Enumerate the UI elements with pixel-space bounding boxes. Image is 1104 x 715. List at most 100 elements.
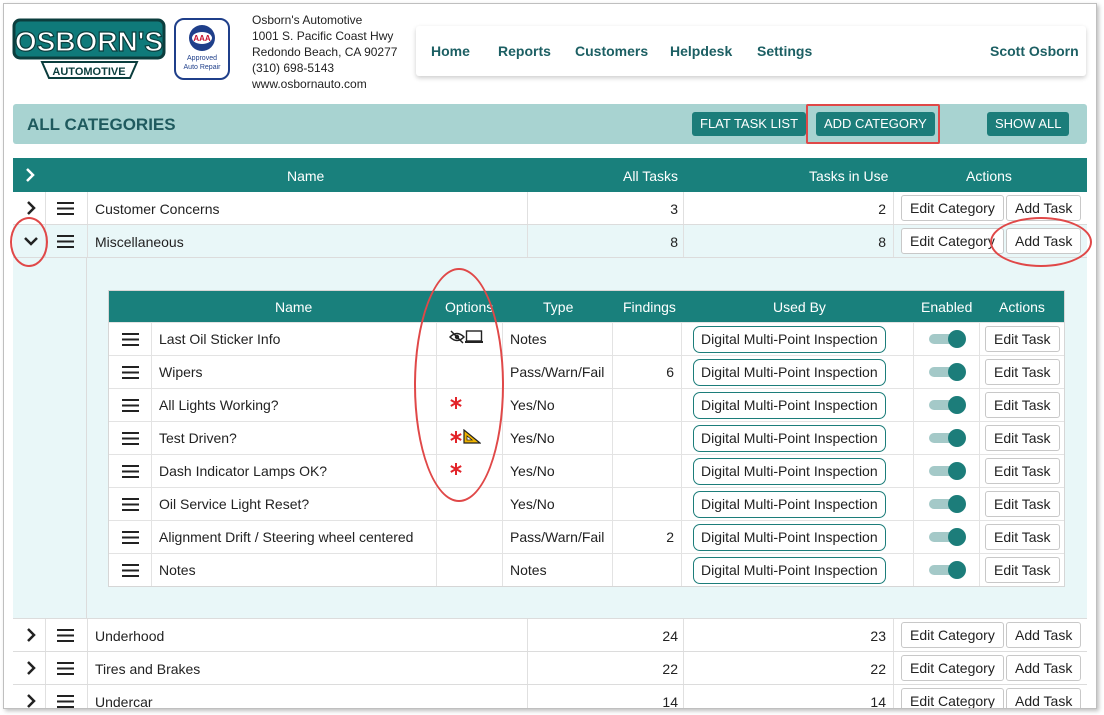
add-task-annotation [990,217,1092,267]
enabled-toggle[interactable] [927,495,966,513]
enabled-toggle[interactable] [927,396,966,414]
used-by-badge[interactable]: Digital Multi-Point Inspection [693,326,886,353]
edit-task-button[interactable]: Edit Task [985,557,1060,583]
enabled-toggle[interactable] [927,363,966,381]
edit-category-button[interactable]: Edit Category [901,622,1004,648]
edit-task-button[interactable]: Edit Task [985,392,1060,418]
header-name: Name [287,168,325,184]
aaa-approved-badge: AAA Approved Auto Repair [174,18,230,80]
task-row: Alignment Drift / Steering wheel centere… [109,520,1064,553]
tasks-header-used-by: Used By [773,299,826,315]
chevron-right-icon[interactable] [22,659,40,677]
tasks-in-use-count: 14 [870,694,886,709]
used-by-badge[interactable]: Digital Multi-Point Inspection [693,392,886,419]
drag-handle-icon[interactable] [122,531,139,544]
enabled-toggle[interactable] [927,330,966,348]
task-type: Notes [510,562,547,578]
category-row: Underhood 24 23 Edit Category Add Task [13,619,1087,652]
header-actions: Actions [966,168,1012,184]
aaa-line2: Auto Repair [184,64,222,71]
drag-handle-icon[interactable] [122,333,139,346]
task-type: Pass/Warn/Fail [510,364,605,380]
task-row: Dash Indicator Lamps OK? Yes/No Digital … [109,454,1064,487]
tasks-in-use-count: 22 [870,661,886,677]
expand-all-chevron-icon[interactable] [21,166,39,184]
tasks-table: Name Options Type Findings Used By Enabl… [108,290,1065,587]
drag-handle-icon[interactable] [57,695,74,708]
page-title: ALL CATEGORIES [27,115,176,134]
user-name[interactable]: Scott Osborn [990,43,1079,59]
used-by-badge[interactable]: Digital Multi-Point Inspection [693,359,886,386]
task-type: Yes/No [510,397,555,413]
task-name: Alignment Drift / Steering wheel centere… [159,529,414,545]
chevron-right-icon[interactable] [22,199,40,217]
edit-task-button[interactable]: Edit Task [985,425,1060,451]
task-findings: 2 [666,529,674,545]
enabled-toggle[interactable] [927,561,966,579]
flat-task-list-button[interactable]: FLAT TASK LIST [692,112,807,136]
task-type: Pass/Warn/Fail [510,529,605,545]
drag-handle-icon[interactable] [122,498,139,511]
nav-settings[interactable]: Settings [757,43,812,59]
category-row: Customer Concerns 3 2 Edit Category Add … [13,192,1087,225]
drag-handle-icon[interactable] [122,432,139,445]
tasks-in-use-count: 2 [878,201,886,217]
show-all-button[interactable]: SHOW ALL [987,112,1070,136]
edit-category-button[interactable]: Edit Category [901,228,1004,254]
edit-category-button[interactable]: Edit Category [901,195,1004,221]
enabled-toggle[interactable] [927,528,966,546]
add-category-highlight [806,104,940,144]
used-by-badge[interactable]: Digital Multi-Point Inspection [693,425,886,452]
shop-phone: (310) 698-5143 [252,61,335,75]
edit-task-button[interactable]: Edit Task [985,359,1060,385]
chevron-right-icon[interactable] [22,692,40,709]
enabled-toggle[interactable] [927,462,966,480]
chevron-right-icon[interactable] [22,626,40,644]
drag-handle-icon[interactable] [122,399,139,412]
nav-home[interactable]: Home [431,43,470,59]
category-name: Undercar [95,694,153,709]
task-name: Test Driven? [159,430,237,446]
edit-task-button[interactable]: Edit Task [985,326,1060,352]
drag-handle-icon[interactable] [122,564,139,577]
task-name: Last Oil Sticker Info [159,331,281,347]
header-tasks-in-use: Tasks in Use [809,168,889,184]
task-row: Last Oil Sticker Info Notes Digital Mult… [109,322,1064,355]
drag-handle-icon[interactable] [57,629,74,642]
used-by-badge[interactable]: Digital Multi-Point Inspection [693,491,886,518]
edit-task-button[interactable]: Edit Task [985,458,1060,484]
enabled-toggle[interactable] [927,429,966,447]
task-row: Oil Service Light Reset? Yes/No Digital … [109,487,1064,520]
edit-category-button[interactable]: Edit Category [901,655,1004,681]
used-by-badge[interactable]: Digital Multi-Point Inspection [693,458,886,485]
edit-category-button[interactable]: Edit Category [901,688,1004,708]
logo-text: OSBORN'S [15,26,163,57]
categories-table-header: Name All Tasks Tasks in Use Actions [13,158,1087,192]
add-task-button[interactable]: Add Task [1006,622,1082,648]
edit-task-button[interactable]: Edit Task [985,491,1060,517]
category-row-expanded: Miscellaneous 8 8 Edit Category Add Task [13,225,1087,258]
nav-customers[interactable]: Customers [575,43,648,59]
drag-handle-icon[interactable] [122,465,139,478]
header-all-tasks: All Tasks [623,168,678,184]
used-by-badge[interactable]: Digital Multi-Point Inspection [693,524,886,551]
add-task-button[interactable]: Add Task [1006,688,1082,708]
drag-handle-icon[interactable] [57,202,74,215]
add-task-button[interactable]: Add Task [1006,655,1082,681]
used-by-badge[interactable]: Digital Multi-Point Inspection [693,557,886,584]
nav-reports[interactable]: Reports [498,43,551,59]
task-type: Yes/No [510,463,555,479]
all-tasks-count: 22 [662,661,678,677]
edit-task-button[interactable]: Edit Task [985,524,1060,550]
options-column-annotation [414,268,504,502]
nav-helpdesk[interactable]: Helpdesk [670,43,732,59]
drag-handle-icon[interactable] [57,235,74,248]
category-name: Customer Concerns [95,201,220,217]
tasks-header-enabled: Enabled [921,299,973,315]
app-window: OSBORN'S AUTOMOTIVE AAA Approved Auto Re… [3,3,1097,709]
drag-handle-icon[interactable] [122,366,139,379]
osborns-logo[interactable]: OSBORN'S AUTOMOTIVE [12,14,167,80]
tasks-in-use-count: 8 [878,234,886,250]
aaa-line1: Approved [187,55,217,62]
drag-handle-icon[interactable] [57,662,74,675]
